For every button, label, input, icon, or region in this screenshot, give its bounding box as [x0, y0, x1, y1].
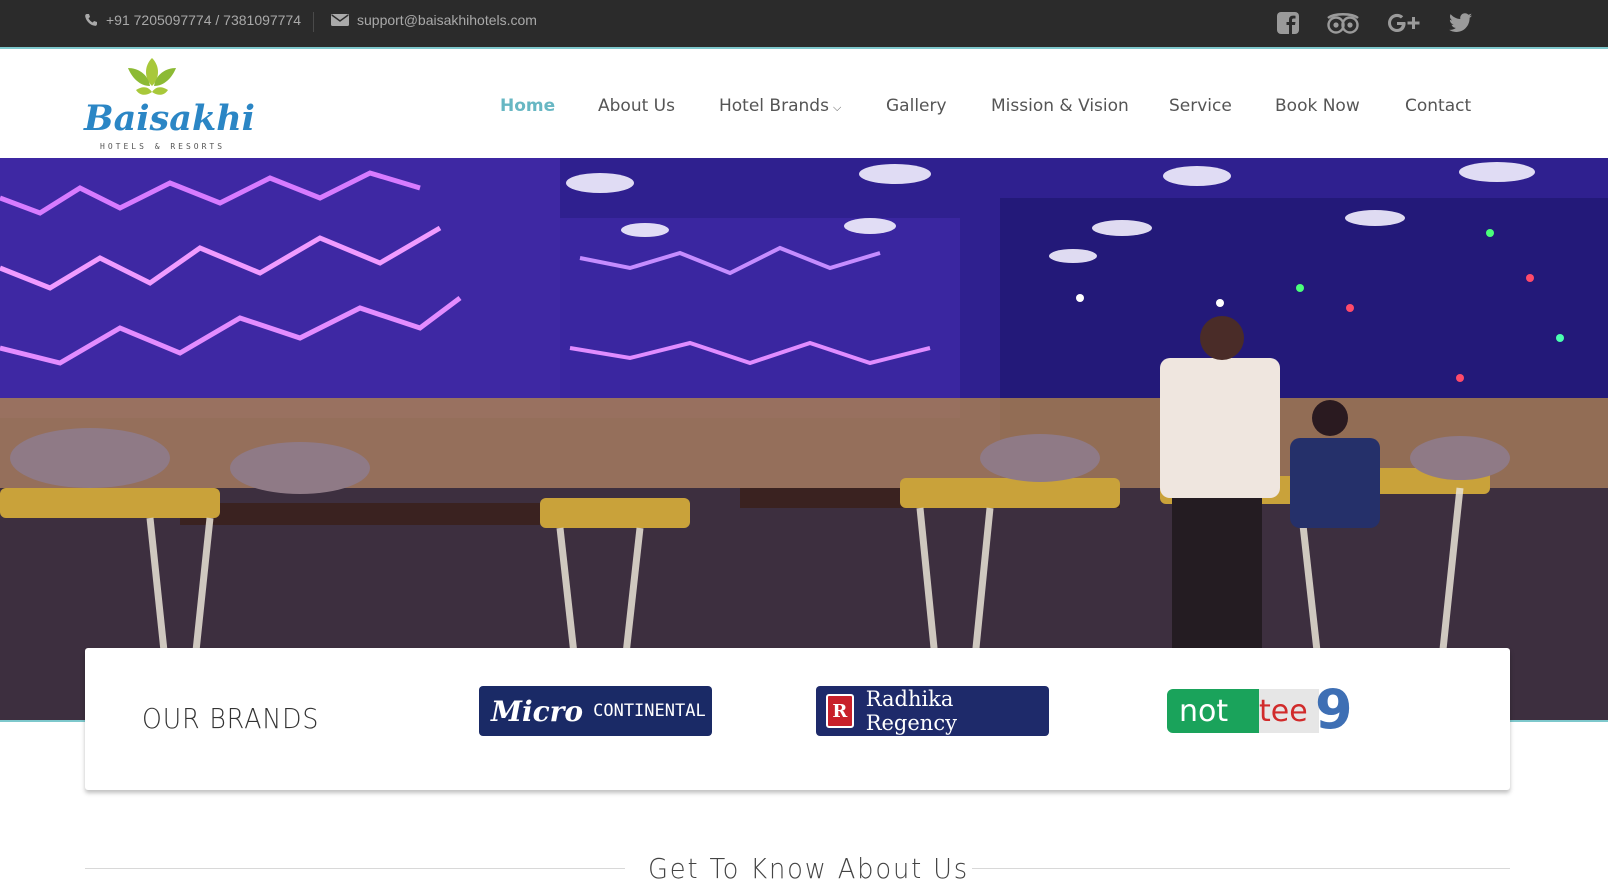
nav-contact[interactable]: Contact	[1405, 96, 1471, 116]
phone-contact[interactable]: +91 7205097774 / 7381097774	[84, 12, 301, 28]
leaf-logo-icon	[128, 58, 176, 95]
twitter-icon[interactable]	[1448, 10, 1474, 36]
site-header: Baisakhi HOTELS & RESORTS Home About Us …	[0, 51, 1608, 158]
top-bar: +91 7205097774 / 7381097774 support@bais…	[0, 0, 1608, 49]
site-logo[interactable]: Baisakhi HOTELS & RESORTS	[84, 54, 255, 156]
nav-mission-vision[interactable]: Mission & Vision	[991, 96, 1129, 116]
envelope-icon	[331, 14, 349, 26]
restaurant-scene-illustration	[0, 158, 1608, 720]
phone-text: +91 7205097774 / 7381097774	[106, 12, 302, 28]
nav-gallery[interactable]: Gallery	[886, 96, 947, 116]
radhika-monogram-icon: R	[826, 694, 854, 728]
tripadvisor-icon[interactable]	[1326, 10, 1360, 36]
logo-tagline: HOTELS & RESORTS	[100, 142, 226, 151]
nav-home[interactable]: Home	[500, 96, 555, 116]
about-divider-right	[972, 868, 1510, 869]
chevron-down-icon: ⌵	[832, 101, 842, 114]
about-divider-left	[85, 868, 625, 869]
brand-radhika-regency[interactable]: R Radhika Regency	[816, 686, 1049, 736]
nottee-logo-part-c: 9	[1315, 677, 1353, 741]
contact-divider	[313, 12, 314, 32]
nottee-logo-part-b: tee	[1259, 689, 1319, 733]
brand-not-tee-9[interactable]: not tee 9	[1167, 678, 1353, 741]
email-contact[interactable]: support@baisakhihotels.com	[331, 12, 537, 28]
nav-hotel-brands-label: Hotel Brands	[719, 96, 829, 116]
nav-about-us[interactable]: About Us	[598, 96, 675, 116]
brands-card: OUR BRANDS Micro CONTINENTAL R Radhika R…	[85, 648, 1510, 790]
logo-wordmark: Baisakhi	[84, 98, 255, 139]
nav-service[interactable]: Service	[1169, 96, 1232, 116]
radhika-regency-logo-text: Radhika Regency	[865, 687, 957, 735]
about-heading: Get To Know About Us	[648, 852, 970, 885]
nav-hotel-brands[interactable]: Hotel Brands ⌵	[719, 96, 841, 116]
nottee-logo-part-a: not	[1167, 689, 1259, 733]
hero-slider-image	[0, 158, 1608, 720]
nav-book-now[interactable]: Book Now	[1275, 96, 1360, 116]
brands-heading: OUR BRANDS	[142, 702, 320, 735]
phone-icon	[85, 14, 97, 26]
micro-continental-logo-part-b: CONTINENTAL	[593, 701, 706, 721]
email-text: support@baisakhihotels.com	[357, 12, 537, 28]
brand-micro-continental[interactable]: Micro CONTINENTAL	[479, 686, 712, 736]
micro-continental-logo-part-a: Micro	[491, 694, 584, 728]
google-plus-icon[interactable]	[1386, 10, 1422, 36]
facebook-icon[interactable]	[1276, 10, 1300, 36]
